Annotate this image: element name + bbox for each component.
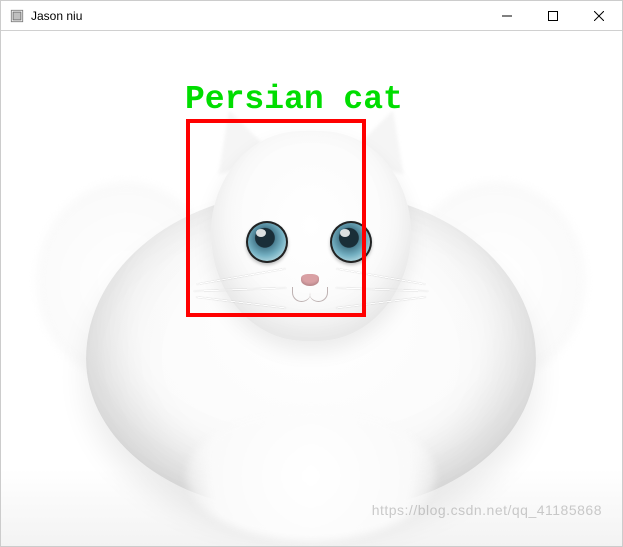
close-button[interactable] (576, 1, 622, 30)
window-title: Jason niu (31, 9, 82, 23)
detection-label: Persian cat (185, 81, 403, 118)
watermark-text: https://blog.csdn.net/qq_41185868 (372, 502, 602, 518)
titlebar: Jason niu (1, 1, 622, 31)
app-icon (9, 8, 25, 24)
maximize-button[interactable] (530, 1, 576, 30)
detection-bounding-box (186, 119, 366, 317)
window-controls (484, 1, 622, 30)
app-window: Jason niu (0, 0, 623, 547)
content-area: Persian cat https://blog.csdn.net/qq_411… (1, 31, 622, 546)
image-canvas: Persian cat https://blog.csdn.net/qq_411… (1, 31, 622, 546)
minimize-button[interactable] (484, 1, 530, 30)
